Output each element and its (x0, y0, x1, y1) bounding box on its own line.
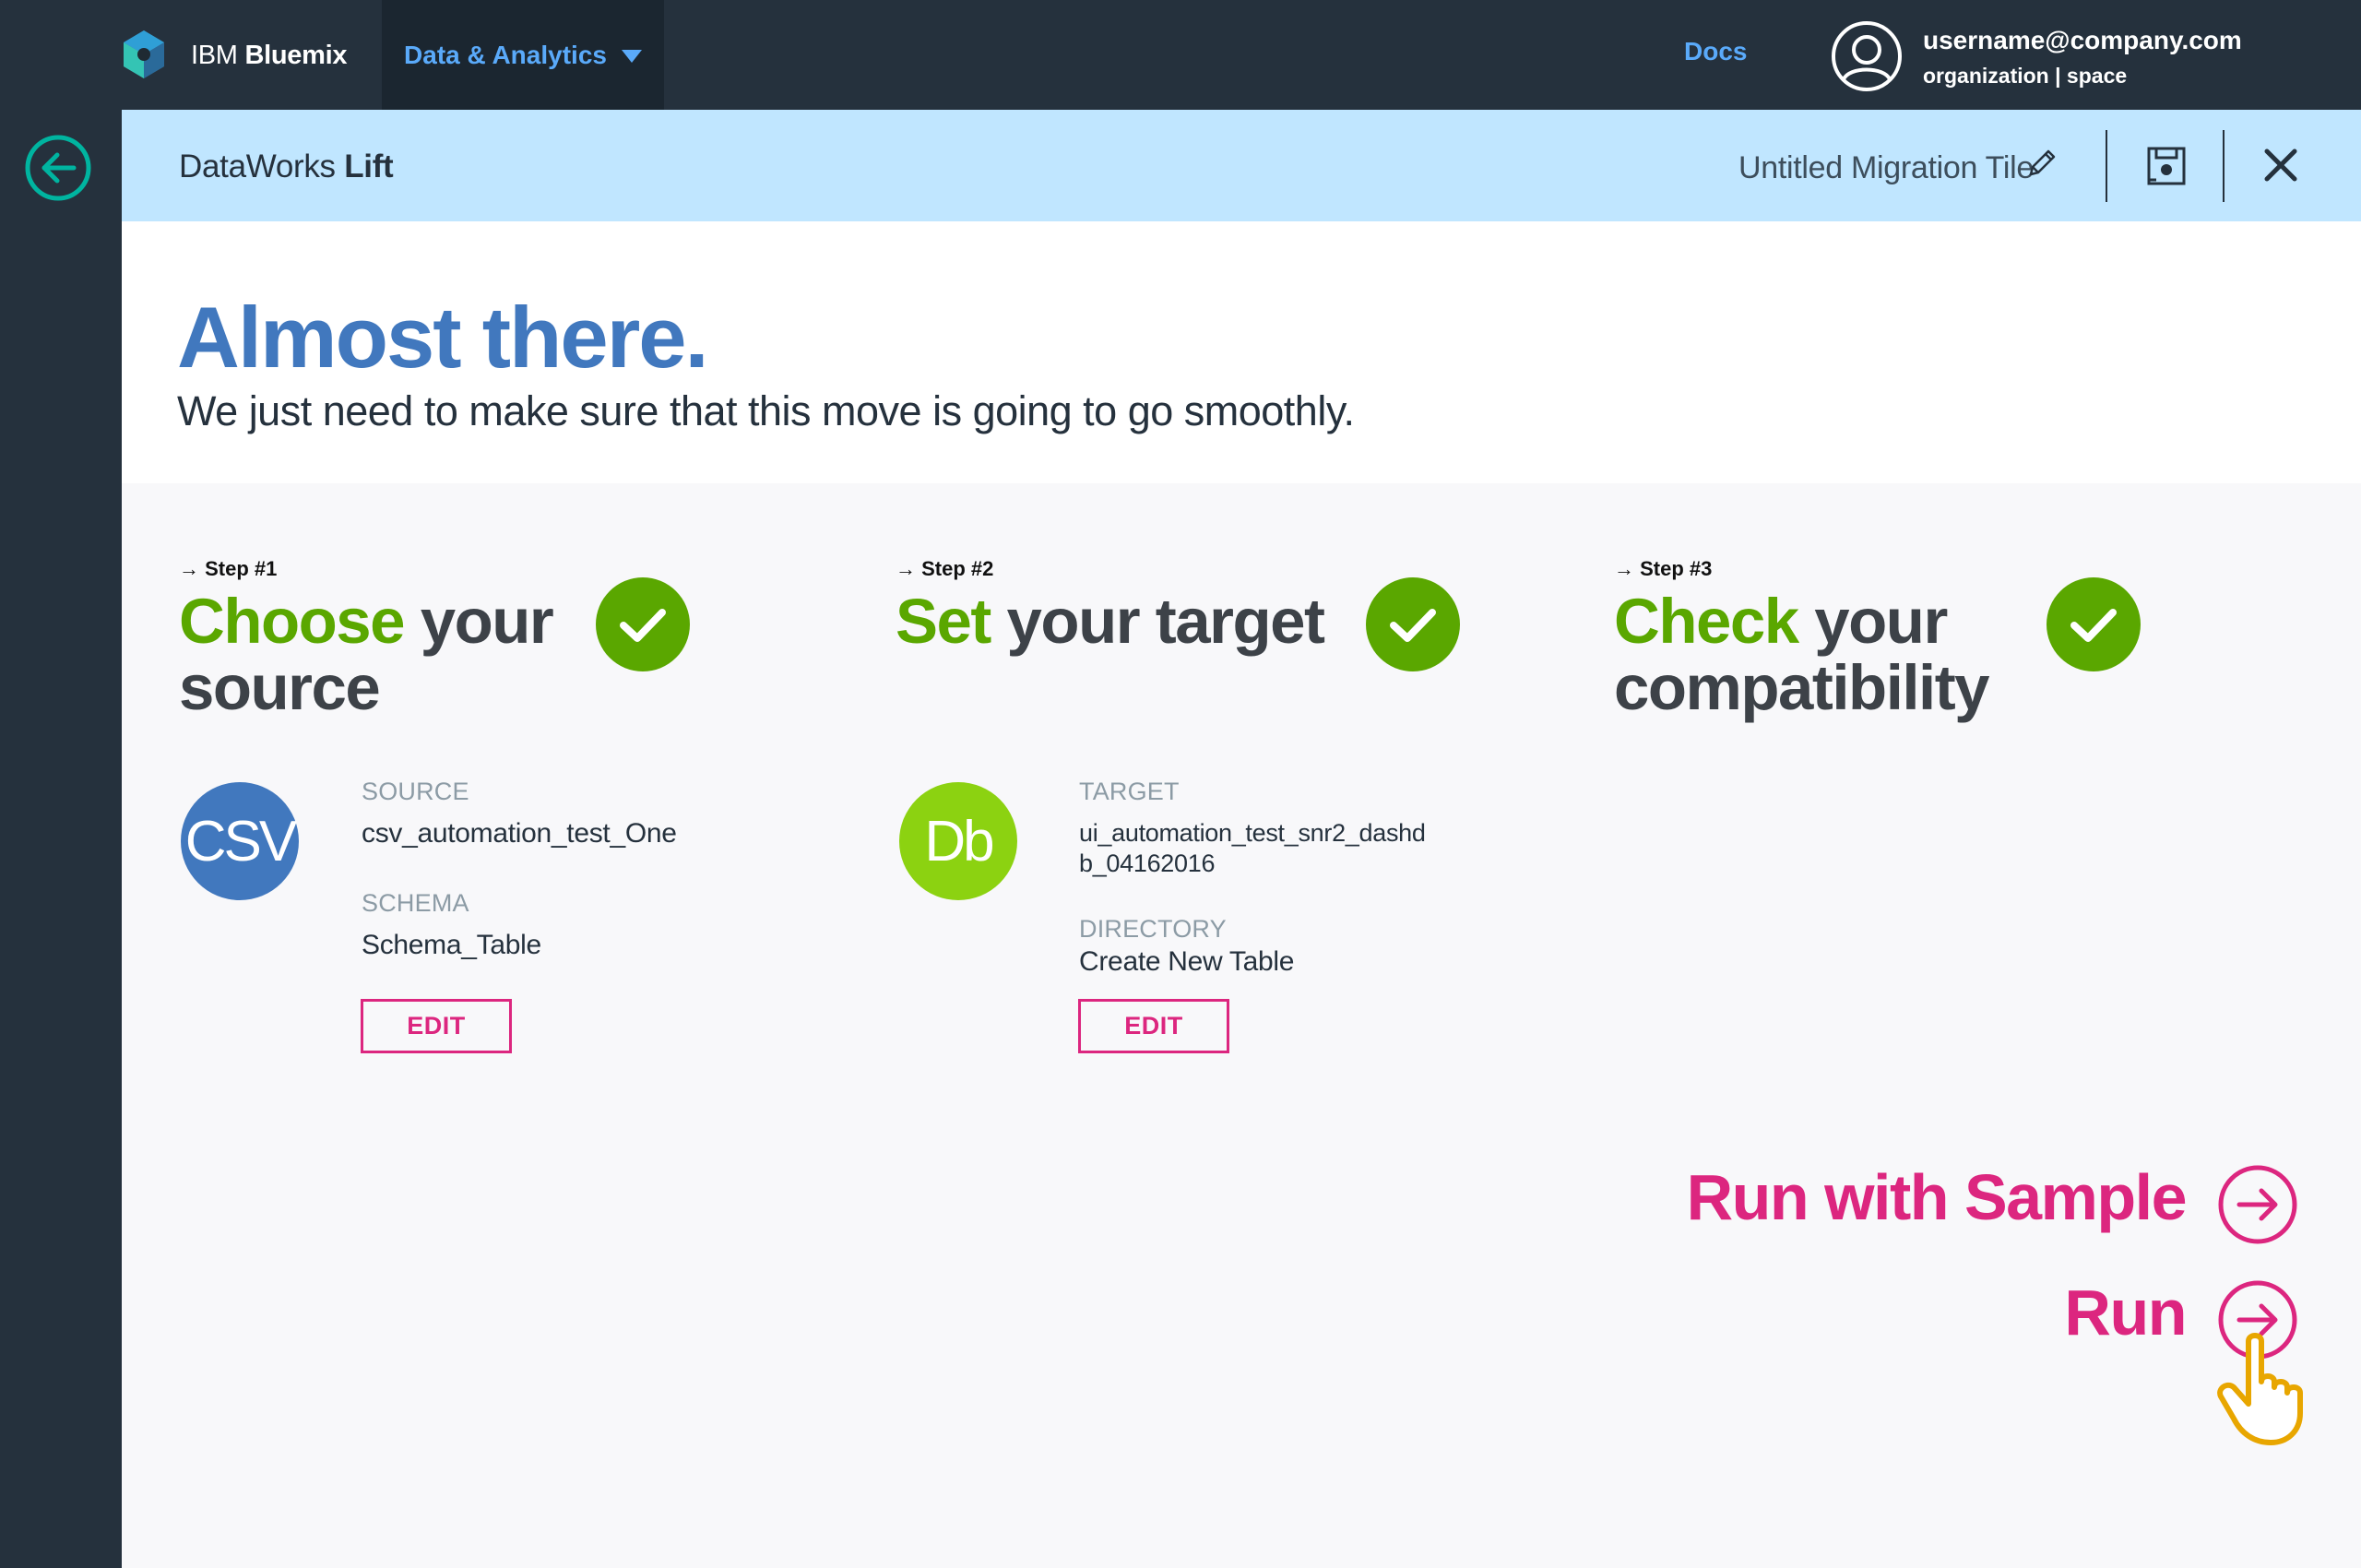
target-value-line2: b_04162016 (1079, 849, 1216, 877)
target-value-line1: ui_automation_test_snr2_dashd (1079, 819, 1426, 847)
csv-badge: CSV (181, 782, 299, 900)
arrow-right-circle-icon[interactable] (2217, 1164, 2298, 1245)
edit-source-button[interactable]: EDIT (361, 999, 512, 1053)
step-title-line2: source (179, 652, 381, 723)
user-email[interactable]: username@company.com (1923, 26, 2242, 55)
step-title: Check your compatibility (1614, 586, 1990, 723)
brand-prefix: IBM (191, 40, 238, 70)
save-icon[interactable] (2145, 145, 2188, 187)
pointer-hand-icon (2217, 1333, 2303, 1445)
user-org-space[interactable]: organization | space (1923, 64, 2127, 89)
directory-value: Create New Table (1079, 946, 1295, 977)
step-1: → Step #1 Choose your source (179, 557, 554, 723)
arrow-left-circle-icon[interactable] (24, 134, 92, 202)
source-label: SOURCE (362, 778, 469, 805)
schema-value: Schema_Table (362, 930, 541, 960)
nav-data-analytics-dropdown[interactable]: Data & Analytics (382, 0, 664, 110)
run-button[interactable]: Run (2064, 1276, 2187, 1349)
header-divider (2106, 130, 2107, 202)
step-title-accent: Check (1614, 586, 1799, 657)
brand-name: IBM Bluemix (191, 41, 347, 71)
pencil-icon[interactable] (2023, 145, 2060, 182)
step-3: → Step #3 Check your compatibility (1614, 557, 1990, 723)
target-label: TARGET (1079, 778, 1180, 805)
step-kicker: → Step #3 (1614, 557, 1713, 580)
db-badge: Db (899, 782, 1017, 900)
nav-section-label: Data & Analytics (404, 40, 607, 69)
docs-link[interactable]: Docs (1684, 37, 1747, 66)
bluemix-logo-icon (124, 30, 164, 78)
left-rail (0, 110, 122, 1568)
schema-label: SCHEMA (362, 889, 469, 917)
step-title: Choose your source (179, 586, 554, 723)
checkmark-circle-icon (1366, 577, 1460, 671)
brand-product: Bluemix (244, 40, 348, 70)
close-icon[interactable] (2262, 147, 2299, 184)
step-kicker: → Step #2 (896, 557, 994, 580)
page-title: Almost there. (177, 289, 709, 386)
step-kicker: → Step #1 (179, 557, 278, 580)
step-2: → Step #2 Set your target (896, 557, 1325, 657)
step-title-accent: Choose (179, 586, 406, 657)
step-title-rest: your target (990, 586, 1325, 657)
page-subtitle: We just need to make sure that this move… (177, 387, 1355, 434)
checkmark-circle-icon (2047, 577, 2141, 671)
source-value: csv_automation_test_One (362, 818, 677, 849)
top-bar: IBM Bluemix Data & Analytics Docs userna… (0, 0, 2361, 110)
target-value: ui_automation_test_snr2_dashd b_04162016 (1079, 818, 1466, 879)
caret-down-icon (621, 49, 642, 63)
product-suffix: Lift (344, 148, 394, 184)
step-title-line2: compatibility (1614, 652, 1990, 723)
tile-name[interactable]: Untitled Migration Tile (1738, 150, 2034, 186)
header-divider (2223, 130, 2225, 202)
step-title-rest: your (1797, 586, 1948, 657)
brand[interactable]: IBM Bluemix (115, 26, 347, 85)
checkmark-circle-icon (596, 577, 690, 671)
run-with-sample-button[interactable]: Run with Sample (1687, 1160, 2188, 1234)
step-title-rest: your (404, 586, 554, 657)
user-avatar-icon[interactable] (1831, 20, 1903, 92)
product-name: DataWorks Lift (179, 148, 394, 185)
step-title-accent: Set (896, 586, 991, 657)
edit-target-button[interactable]: EDIT (1078, 999, 1229, 1053)
step-title: Set your target (896, 586, 1325, 657)
product-prefix: DataWorks (179, 148, 336, 184)
hero: Almost there. We just need to make sure … (122, 221, 2361, 483)
directory-label: DIRECTORY (1079, 915, 1227, 943)
